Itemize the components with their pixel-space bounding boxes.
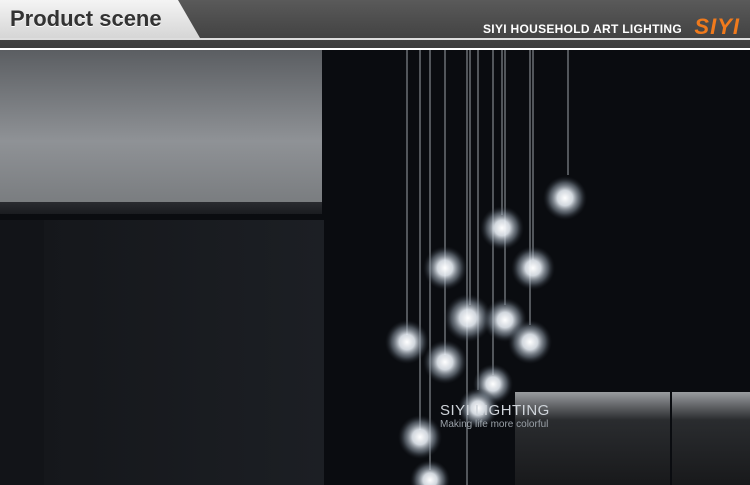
brand-subtitle: SIYI HOUSEHOLD ART LIGHTING — [483, 22, 682, 36]
watermark: SIYI LIGHTING Making life more colorful — [440, 402, 550, 430]
watermark-slogan: Making life more colorful — [440, 419, 549, 430]
section-title: Product scene — [10, 6, 162, 31]
watermark-title: SIYI LIGHTING — [440, 402, 550, 419]
header-banner: Product scene SIYI HOUSEHOLD ART LIGHTIN… — [0, 0, 750, 48]
product-scene-photo: SIYI LIGHTING Making life more colorful — [0, 50, 750, 485]
brand-logo: SIYI — [694, 14, 740, 39]
banner-divider — [0, 38, 750, 40]
pendant-lights-illustration — [385, 50, 587, 485]
